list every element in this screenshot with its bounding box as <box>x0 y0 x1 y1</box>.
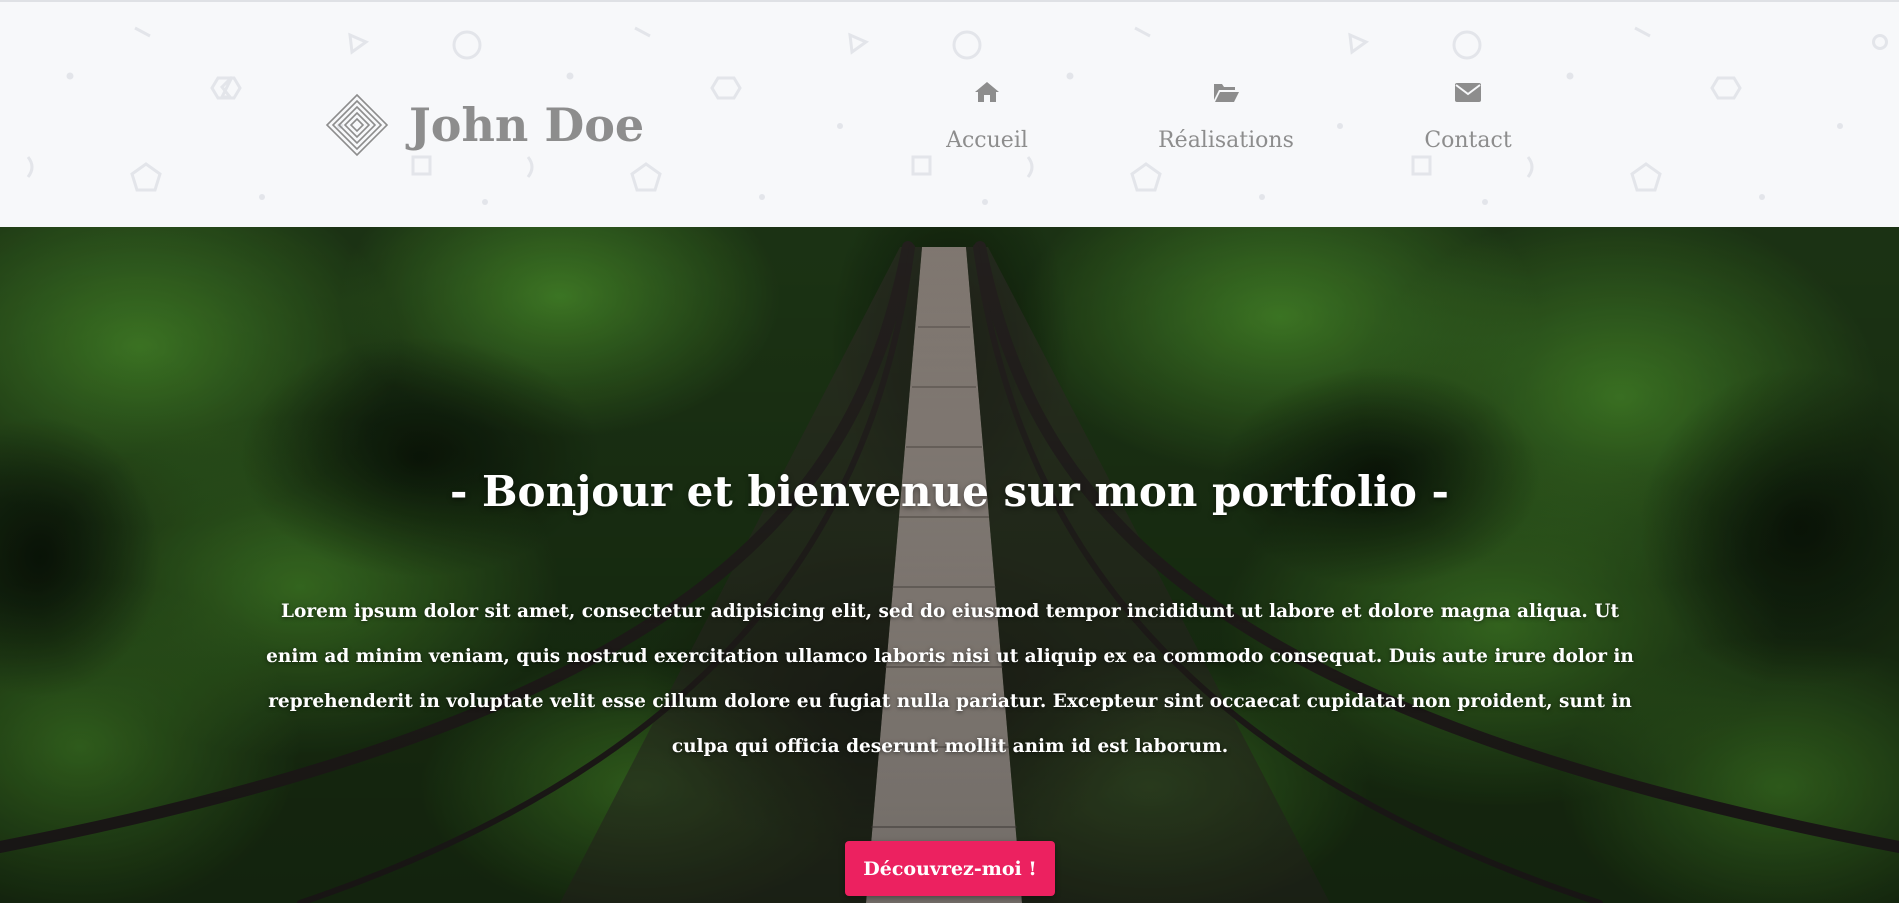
brand[interactable]: John Doe <box>325 90 644 160</box>
site-header: John Doe Accueil Réalisations Contact <box>0 0 1899 227</box>
suspension-bridge-forest-photo <box>0 227 1899 903</box>
brand-name: John Doe <box>409 98 645 152</box>
discover-me-button[interactable]: Découvrez-moi ! <box>845 841 1055 896</box>
nav-item-accueil[interactable]: Accueil <box>897 80 1077 153</box>
nav-item-realisations[interactable]: Réalisations <box>1136 80 1316 153</box>
folder-open-icon <box>1214 84 1239 102</box>
nav-item-contact[interactable]: Contact <box>1378 80 1558 153</box>
concentric-diamond-logo-icon <box>325 93 389 157</box>
hero-title: - Bonjour et bienvenue sur mon portfolio… <box>450 467 1449 516</box>
nav-label-accueil: Accueil <box>946 128 1028 153</box>
home-icon <box>975 82 999 102</box>
nav-label-contact: Contact <box>1424 128 1512 153</box>
hero-intro-text: Lorem ipsum dolor sit amet, consectetur … <box>266 601 1634 757</box>
envelope-icon <box>1455 83 1481 102</box>
nav-label-realisations: Réalisations <box>1158 128 1294 153</box>
hero-section: - Bonjour et bienvenue sur mon portfolio… <box>0 227 1899 903</box>
